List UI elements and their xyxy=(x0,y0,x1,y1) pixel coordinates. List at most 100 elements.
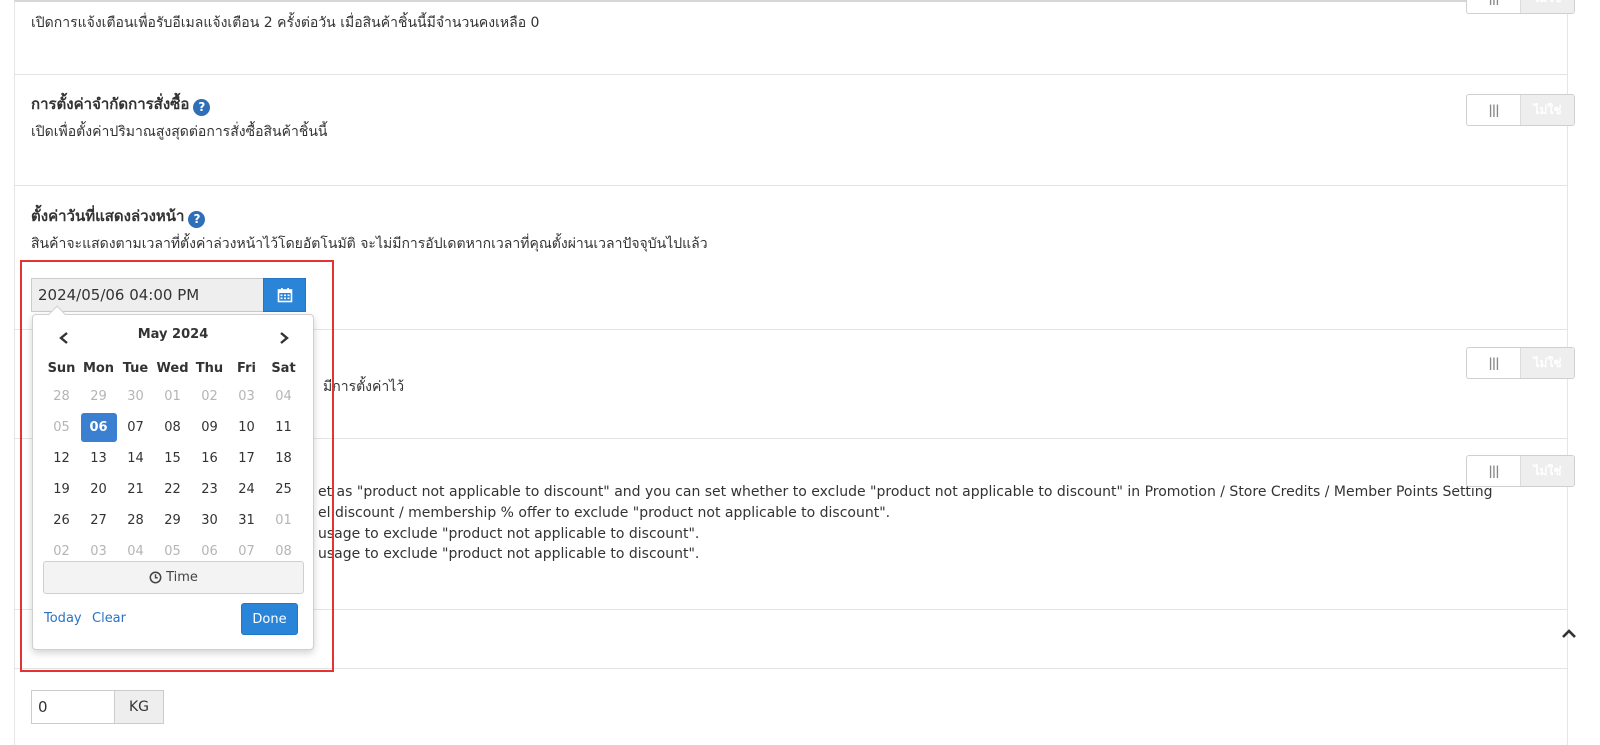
calendar-day[interactable]: 19 xyxy=(43,474,80,505)
calendar-day-label: 07 xyxy=(238,544,255,559)
toggle-grip-icon: ||| xyxy=(1467,456,1521,486)
calendar-day[interactable]: 17 xyxy=(228,443,265,474)
calendar-day[interactable]: 13 xyxy=(80,443,117,474)
hidden-setting-description: มีการตั้งค่าไว้ xyxy=(323,379,405,395)
calendar-day[interactable]: 12 xyxy=(43,443,80,474)
calendar-day[interactable]: 28 xyxy=(117,505,154,536)
calendar-day-label: 03 xyxy=(90,544,107,559)
calendar-day[interactable]: 30 xyxy=(191,505,228,536)
collapse-section-button[interactable] xyxy=(1560,626,1578,640)
calendar-day[interactable]: 29 xyxy=(154,505,191,536)
calendar-day-label: 18 xyxy=(275,451,292,466)
calendar-day[interactable]: 15 xyxy=(154,443,191,474)
calendar-grid: Sun Mon Tue Wed Thu Fri Sat 28 29 30 01 02 03 04 05 06… xyxy=(43,355,302,567)
calendar-button[interactable] xyxy=(263,278,306,312)
calendar-day[interactable]: 11 xyxy=(265,412,302,443)
datepicker-popup: May 2024 Sun Mon Tue Wed Thu Fri Sat 28 29 30 01 0… xyxy=(32,305,314,650)
today-link[interactable]: Today xyxy=(44,611,82,626)
next-month-button[interactable] xyxy=(269,327,299,349)
calendar-day[interactable]: 06 xyxy=(80,412,117,443)
calendar-day[interactable]: 08 xyxy=(154,412,191,443)
calendar-day: 30 xyxy=(117,381,154,412)
calendar-day-label: 29 xyxy=(90,389,107,404)
weekday-header: Tue xyxy=(122,360,149,376)
calendar-day[interactable]: 18 xyxy=(265,443,302,474)
calendar-day-label: 01 xyxy=(275,513,292,528)
calendar-day-label: 15 xyxy=(164,451,181,466)
calendar-day-label: 30 xyxy=(127,389,144,404)
calendar-day[interactable]: 20 xyxy=(80,474,117,505)
calendar-day: 29 xyxy=(80,381,117,412)
calendar-day: 02 xyxy=(191,381,228,412)
stock-alert-description: เปิดการแจ้งเตือนเพื่อรับอีเมลแจ้งเตือน 2… xyxy=(31,15,540,31)
calendar-day-label: 09 xyxy=(201,420,218,435)
clear-link[interactable]: Clear xyxy=(92,611,126,626)
calendar-day-label: 26 xyxy=(53,513,70,528)
discount-description-line-4: usage to exclude "product not applicable… xyxy=(318,546,700,562)
weekday-header: Sun xyxy=(47,360,76,376)
toggle-label: ไม่ใช่ xyxy=(1521,348,1574,378)
calendar-day-label: 06 xyxy=(80,413,117,442)
schedule-date-input[interactable]: 2024/05/06 04:00 PM xyxy=(31,278,263,312)
calendar-day[interactable]: 10 xyxy=(228,412,265,443)
divider xyxy=(14,668,1568,669)
purchase-limit-title-text: การตั้งค่าจำกัดการสั่งซื้อ xyxy=(31,95,190,113)
calendar-day-label: 08 xyxy=(275,544,292,559)
discount-exclusion-toggle[interactable]: ||| ไม่ใช่ xyxy=(1466,455,1575,487)
question-circle-icon[interactable]: ? xyxy=(188,211,206,228)
calendar-day-label: 22 xyxy=(164,482,181,497)
calendar-day: 01 xyxy=(154,381,191,412)
question-circle-icon[interactable]: ? xyxy=(193,99,211,116)
weekday-header: Mon xyxy=(82,360,115,376)
calendar-day-label: 23 xyxy=(201,482,218,497)
weekday-header: Sat xyxy=(271,360,296,376)
calendar-day[interactable]: 27 xyxy=(80,505,117,536)
calendar-day[interactable]: 07 xyxy=(117,412,154,443)
chevron-left-icon xyxy=(59,332,68,344)
calendar-day-label: 21 xyxy=(127,482,144,497)
calendar-day[interactable]: 09 xyxy=(191,412,228,443)
calendar-day-label: 04 xyxy=(275,389,292,404)
calendar-day[interactable]: 26 xyxy=(43,505,80,536)
calendar-day-label: 25 xyxy=(275,482,292,497)
calendar-day[interactable]: 14 xyxy=(117,443,154,474)
calendar-day-label: 28 xyxy=(53,389,70,404)
toggle-grip-icon: ||| xyxy=(1467,348,1521,378)
toggle-label: ไม่ใช่ xyxy=(1521,456,1574,486)
calendar-day-label: 04 xyxy=(127,544,144,559)
calendar-day-label: 01 xyxy=(164,389,181,404)
calendar-day[interactable]: 25 xyxy=(265,474,302,505)
datepicker-month-label[interactable]: May 2024 xyxy=(93,327,253,342)
divider xyxy=(14,185,1568,186)
prev-month-button[interactable] xyxy=(49,327,79,349)
divider xyxy=(14,74,1568,75)
clock-icon xyxy=(149,571,162,584)
calendar-day-label: 10 xyxy=(238,420,255,435)
calendar-day[interactable]: 21 xyxy=(117,474,154,505)
schedule-description: สินค้าจะแสดงตามเวลาที่ตั้งค่าล่วงหน้าไว้… xyxy=(31,236,708,252)
time-button-label: Time xyxy=(166,570,198,585)
calendar-day-label: 30 xyxy=(201,513,218,528)
calendar-day-label: 07 xyxy=(127,420,144,435)
time-button[interactable]: Time xyxy=(43,561,304,594)
calendar-day[interactable]: 31 xyxy=(228,505,265,536)
calendar-day-label: 13 xyxy=(90,451,107,466)
purchase-limit-toggle[interactable]: ||| ไม่ใช่ xyxy=(1466,94,1575,126)
schedule-title-text: ตั้งค่าวันที่แสดงล่วงหน้า xyxy=(31,207,185,225)
calendar-day[interactable]: 16 xyxy=(191,443,228,474)
calendar-day[interactable]: 23 xyxy=(191,474,228,505)
hidden-setting-toggle[interactable]: ||| ไม่ใช่ xyxy=(1466,347,1575,379)
calendar-day[interactable]: 24 xyxy=(228,474,265,505)
calendar-day[interactable]: 22 xyxy=(154,474,191,505)
stock-alert-toggle[interactable]: ||| ไม่ใช่ xyxy=(1466,0,1575,14)
weight-input[interactable]: 0 xyxy=(31,690,115,724)
calendar-day-label: 14 xyxy=(127,451,144,466)
done-button[interactable]: Done xyxy=(241,603,298,635)
calendar-day-label: 02 xyxy=(201,389,218,404)
calendar-day-label: 05 xyxy=(164,544,181,559)
calendar-day-label: 20 xyxy=(90,482,107,497)
weekday-header: Fri xyxy=(237,360,256,376)
weight-unit-label: KG xyxy=(115,690,164,724)
calendar-day-label: 11 xyxy=(275,420,292,435)
calendar-day: 05 xyxy=(43,412,80,443)
